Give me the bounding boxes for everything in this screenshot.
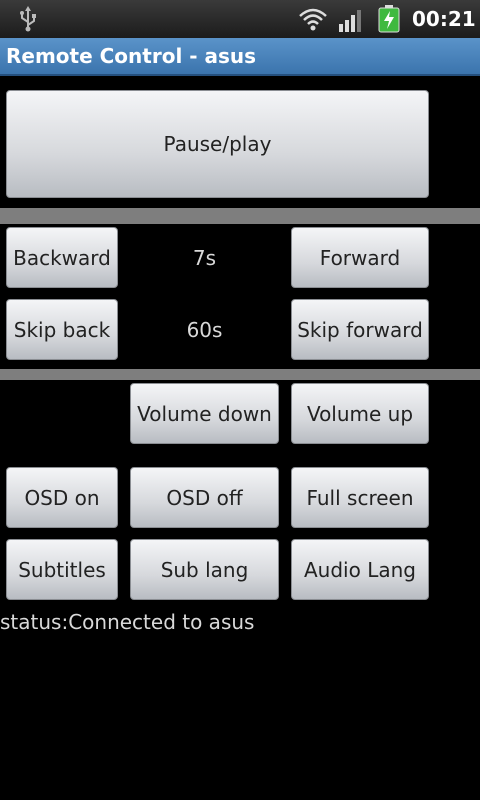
full-screen-button[interactable]: Full screen — [291, 467, 429, 528]
subtitles-button[interactable]: Subtitles — [6, 539, 118, 600]
pause-play-button[interactable]: Pause/play — [6, 90, 429, 198]
osd-off-button[interactable]: OSD off — [130, 467, 279, 528]
skip-forward-button[interactable]: Skip forward — [291, 299, 429, 360]
sub-lang-button[interactable]: Sub lang — [130, 539, 279, 600]
page-title: Remote Control - asus — [6, 44, 257, 68]
volume-down-button[interactable]: Volume down — [130, 383, 279, 444]
skip-back-button[interactable]: Skip back — [6, 299, 118, 360]
divider — [0, 369, 480, 380]
usb-icon — [20, 6, 36, 32]
osd-on-button[interactable]: OSD on — [6, 467, 118, 528]
signal-icon — [339, 10, 361, 32]
small-step-value: 7s — [192, 245, 217, 270]
title-bar: Remote Control - asus — [0, 38, 480, 76]
clock: 00:21 — [412, 7, 476, 31]
status-bar: 00:21 — [0, 0, 480, 38]
big-step-value: 60s — [186, 317, 223, 342]
forward-button[interactable]: Forward — [291, 227, 429, 288]
wifi-icon — [299, 8, 327, 31]
audio-lang-button[interactable]: Audio Lang — [291, 539, 429, 600]
divider — [0, 208, 480, 224]
connection-status: status:Connected to asus — [0, 610, 255, 634]
volume-up-button[interactable]: Volume up — [291, 383, 429, 444]
battery-charging-icon — [378, 5, 400, 33]
backward-button[interactable]: Backward — [6, 227, 118, 288]
